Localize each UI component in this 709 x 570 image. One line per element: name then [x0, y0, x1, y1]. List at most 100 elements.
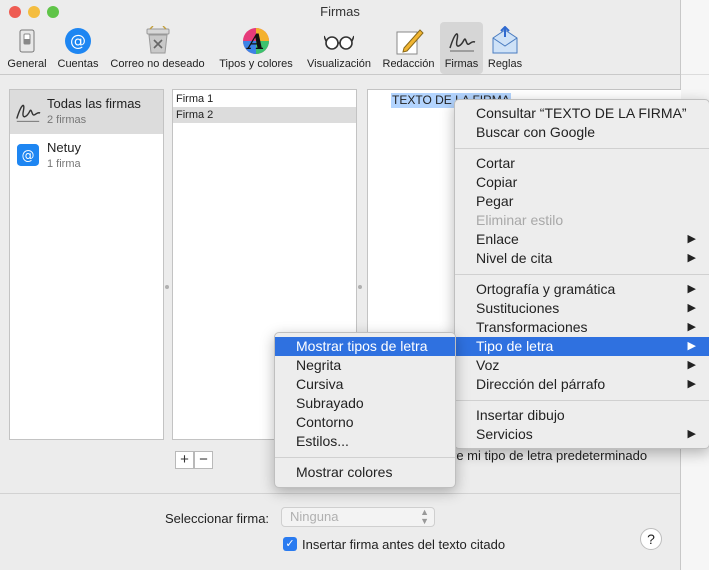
toolbar-divider — [0, 74, 680, 75]
tab-label: Reglas — [487, 58, 523, 70]
menu-separator — [455, 274, 709, 275]
submenu-arrow-icon: ▶ — [687, 378, 696, 390]
select-signature-dropdown[interactable]: Ninguna ▲ ▼ — [281, 507, 435, 527]
menu-separator — [455, 148, 709, 149]
toolbar: General @ Cuentas Correo no deseado A Ti… — [0, 22, 680, 74]
menu-item-mostrar-tipos[interactable]: Mostrar tipos de letra — [275, 337, 455, 356]
tab-label: Correo no deseado — [110, 58, 205, 70]
window-title: Firmas — [320, 4, 360, 19]
signature-icon — [448, 33, 475, 52]
help-button[interactable]: ? — [640, 528, 662, 550]
default-font-checkbox-label: re mi tipo de letra predeterminado — [452, 448, 648, 463]
menu-item-mostrar-colores[interactable]: Mostrar colores — [275, 463, 455, 482]
submenu-arrow-icon: ▶ — [687, 359, 696, 371]
account-count: 2 firmas — [47, 114, 87, 126]
menu-item-negrita[interactable]: Negrita — [275, 356, 455, 375]
menu-item-label: Voz — [476, 357, 500, 373]
menu-item-label: Dirección del párrafo — [476, 376, 606, 392]
tab-label: Firmas — [444, 58, 479, 70]
menu-item-copiar[interactable]: Copiar — [455, 173, 709, 192]
tab-label: Tipos y colores — [219, 58, 293, 70]
accounts-list[interactable]: Todas las firmas 2 firmas @ Netuy 1 firm… — [9, 89, 164, 440]
menu-item-voz[interactable]: Voz ▶ — [455, 356, 709, 375]
tab-label: Cuentas — [57, 58, 99, 70]
font-color-icon: A — [243, 28, 269, 54]
signature-item[interactable]: Firma 2 — [173, 107, 356, 123]
menu-item-buscar-google[interactable]: Buscar con Google — [455, 123, 709, 142]
menu-item-label: Transformaciones — [476, 319, 588, 335]
account-count: 1 firma — [47, 158, 81, 170]
submenu-arrow-icon: ▶ — [687, 302, 696, 314]
signature-item[interactable]: Firma 1 — [173, 91, 356, 107]
menu-item-label: Nivel de cita — [476, 250, 553, 266]
tab-label: Redacción — [382, 58, 435, 70]
tab-cuentas[interactable]: @ Cuentas — [53, 22, 103, 74]
menu-item-eliminar-estilo: Eliminar estilo — [476, 212, 564, 228]
menu-item-label: Enlace — [476, 231, 519, 247]
menu-item-estilos[interactable]: Estilos... — [275, 432, 455, 451]
menu-item-label: Tipo de letra — [476, 338, 554, 354]
menu-item-transformaciones[interactable]: Transformaciones ▶ — [455, 318, 709, 337]
svg-text:@: @ — [22, 149, 35, 164]
submenu-arrow-icon: ▶ — [687, 283, 696, 295]
svg-text:@: @ — [70, 31, 86, 50]
tab-tipos-y-colores[interactable]: A Tipos y colores — [213, 22, 299, 74]
remove-signature-button[interactable]: − — [194, 451, 213, 469]
rules-icon — [492, 26, 518, 54]
menu-item-cursiva[interactable]: Cursiva — [275, 375, 455, 394]
glasses-icon — [324, 35, 354, 50]
signature-icon — [16, 104, 41, 122]
switch-icon — [19, 29, 35, 53]
tab-correo-no-deseado[interactable]: Correo no deseado — [105, 22, 210, 74]
submenu-arrow-icon: ▶ — [687, 340, 696, 352]
add-signature-button[interactable]: + — [175, 451, 194, 469]
submenu-arrow-icon: ▶ — [687, 321, 696, 333]
menu-item-insertar-dibujo[interactable]: Insertar dibujo — [455, 406, 709, 425]
menu-separator — [275, 457, 455, 458]
menu-item-subrayado[interactable]: Subrayado — [275, 394, 455, 413]
menu-item-ortografia[interactable]: Ortografía y gramática ▶ — [455, 280, 709, 299]
column-resize-handle[interactable] — [165, 285, 169, 289]
menu-item-label: Sustituciones — [476, 300, 560, 316]
account-name: Todas las firmas — [47, 96, 141, 111]
at-icon: @ — [17, 144, 39, 166]
svg-text:A: A — [246, 29, 264, 54]
menu-item-tipo-de-letra[interactable]: Tipo de letra ▶ — [455, 337, 709, 356]
tab-redaccion[interactable]: Redacción — [379, 22, 438, 74]
account-item-todas[interactable]: Todas las firmas 2 firmas — [10, 90, 163, 134]
select-value: Ninguna — [290, 509, 339, 524]
at-icon: @ — [65, 28, 91, 54]
submenu-arrow-icon: ▶ — [687, 252, 696, 264]
select-signature-label: Seleccionar firma: — [165, 511, 270, 526]
title-bar: Firmas — [0, 0, 680, 24]
menu-item-enlace[interactable]: Enlace ▶ — [455, 230, 709, 249]
menu-separator — [455, 400, 709, 401]
menu-item-servicios[interactable]: Servicios ▶ — [455, 425, 709, 444]
tab-label: General — [7, 58, 47, 70]
compose-icon — [396, 29, 424, 55]
menu-item-sustituciones[interactable]: Sustituciones ▶ — [455, 299, 709, 318]
tab-reglas[interactable]: Reglas — [486, 22, 524, 74]
tab-visualizacion[interactable]: Visualización — [302, 22, 376, 74]
menu-item-label: Ortografía y gramática — [476, 281, 616, 297]
menu-item-cortar[interactable]: Cortar — [455, 154, 709, 173]
menu-item-consultar[interactable]: Consultar “TEXTO DE LA FIRMA” — [455, 104, 709, 123]
account-item-netuy[interactable]: @ Netuy 1 firma — [10, 134, 163, 178]
menu-item-label: Servicios — [476, 426, 533, 442]
junk-trash-icon — [146, 26, 169, 54]
tab-firmas[interactable]: Firmas — [440, 22, 483, 74]
menu-item-contorno[interactable]: Contorno — [275, 413, 455, 432]
insert-before-quoted-label: Insertar firma antes del texto citado — [302, 537, 506, 552]
font-submenu: Mostrar tipos de letra Negrita Cursiva S… — [274, 332, 456, 488]
submenu-arrow-icon: ▶ — [687, 233, 696, 245]
tab-label: Visualización — [306, 58, 371, 70]
insert-before-quoted-checkbox[interactable]: ✓ — [283, 537, 297, 551]
menu-item-nivel-cita[interactable]: Nivel de cita ▶ — [455, 249, 709, 268]
submenu-arrow-icon: ▶ — [687, 428, 696, 440]
column-resize-handle[interactable] — [358, 285, 362, 289]
menu-item-direccion-parrafo[interactable]: Dirección del párrafo ▶ — [455, 375, 709, 394]
chevron-updown-icon: ▲ ▼ — [420, 507, 429, 526]
menu-item-pegar[interactable]: Pegar — [455, 192, 709, 211]
context-menu: Consultar “TEXTO DE LA FIRMA” Buscar con… — [454, 99, 709, 449]
tab-general[interactable]: General — [4, 22, 50, 74]
